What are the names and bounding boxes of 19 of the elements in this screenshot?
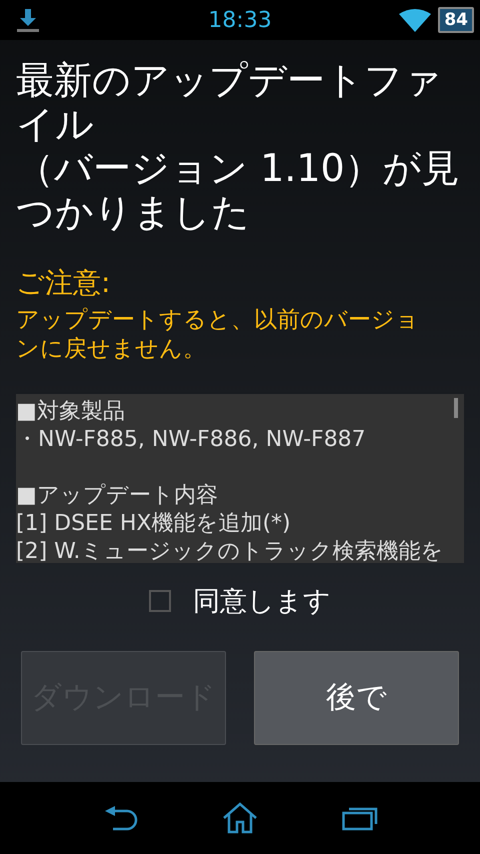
battery-icon: 84 [438, 7, 474, 33]
wifi-icon [398, 8, 432, 32]
download-icon [16, 7, 40, 33]
recent-apps-icon[interactable] [342, 805, 378, 831]
details-line: [1] DSEE HX機能を追加(*) [16, 510, 292, 538]
agree-label[interactable]: 同意します [193, 583, 331, 619]
scroll-bar [454, 398, 458, 418]
section-heading: ■アップデート内容 [16, 482, 219, 510]
clock-time: 18:33 [207, 8, 273, 32]
details-line: [2] W.ミュージックのトラック検索機能を [16, 538, 444, 563]
section-heading: ■対象製品 [16, 398, 126, 426]
home-icon[interactable] [222, 802, 258, 834]
dialog-title: 最新のアップデートファイル [16, 58, 443, 146]
agree-checkbox[interactable] [149, 590, 171, 612]
notice-text: アップデートすると、以前のバージョンに戻せません。 [16, 306, 420, 364]
notice-heading: ご注意: [16, 265, 112, 301]
dialog-title: （バージョン 1.10）が見つかりました [16, 146, 461, 234]
details-line: ・NW-F885, NW-F886, NW-F887 [16, 426, 367, 454]
dialog-button[interactable]: 後で [254, 651, 459, 745]
